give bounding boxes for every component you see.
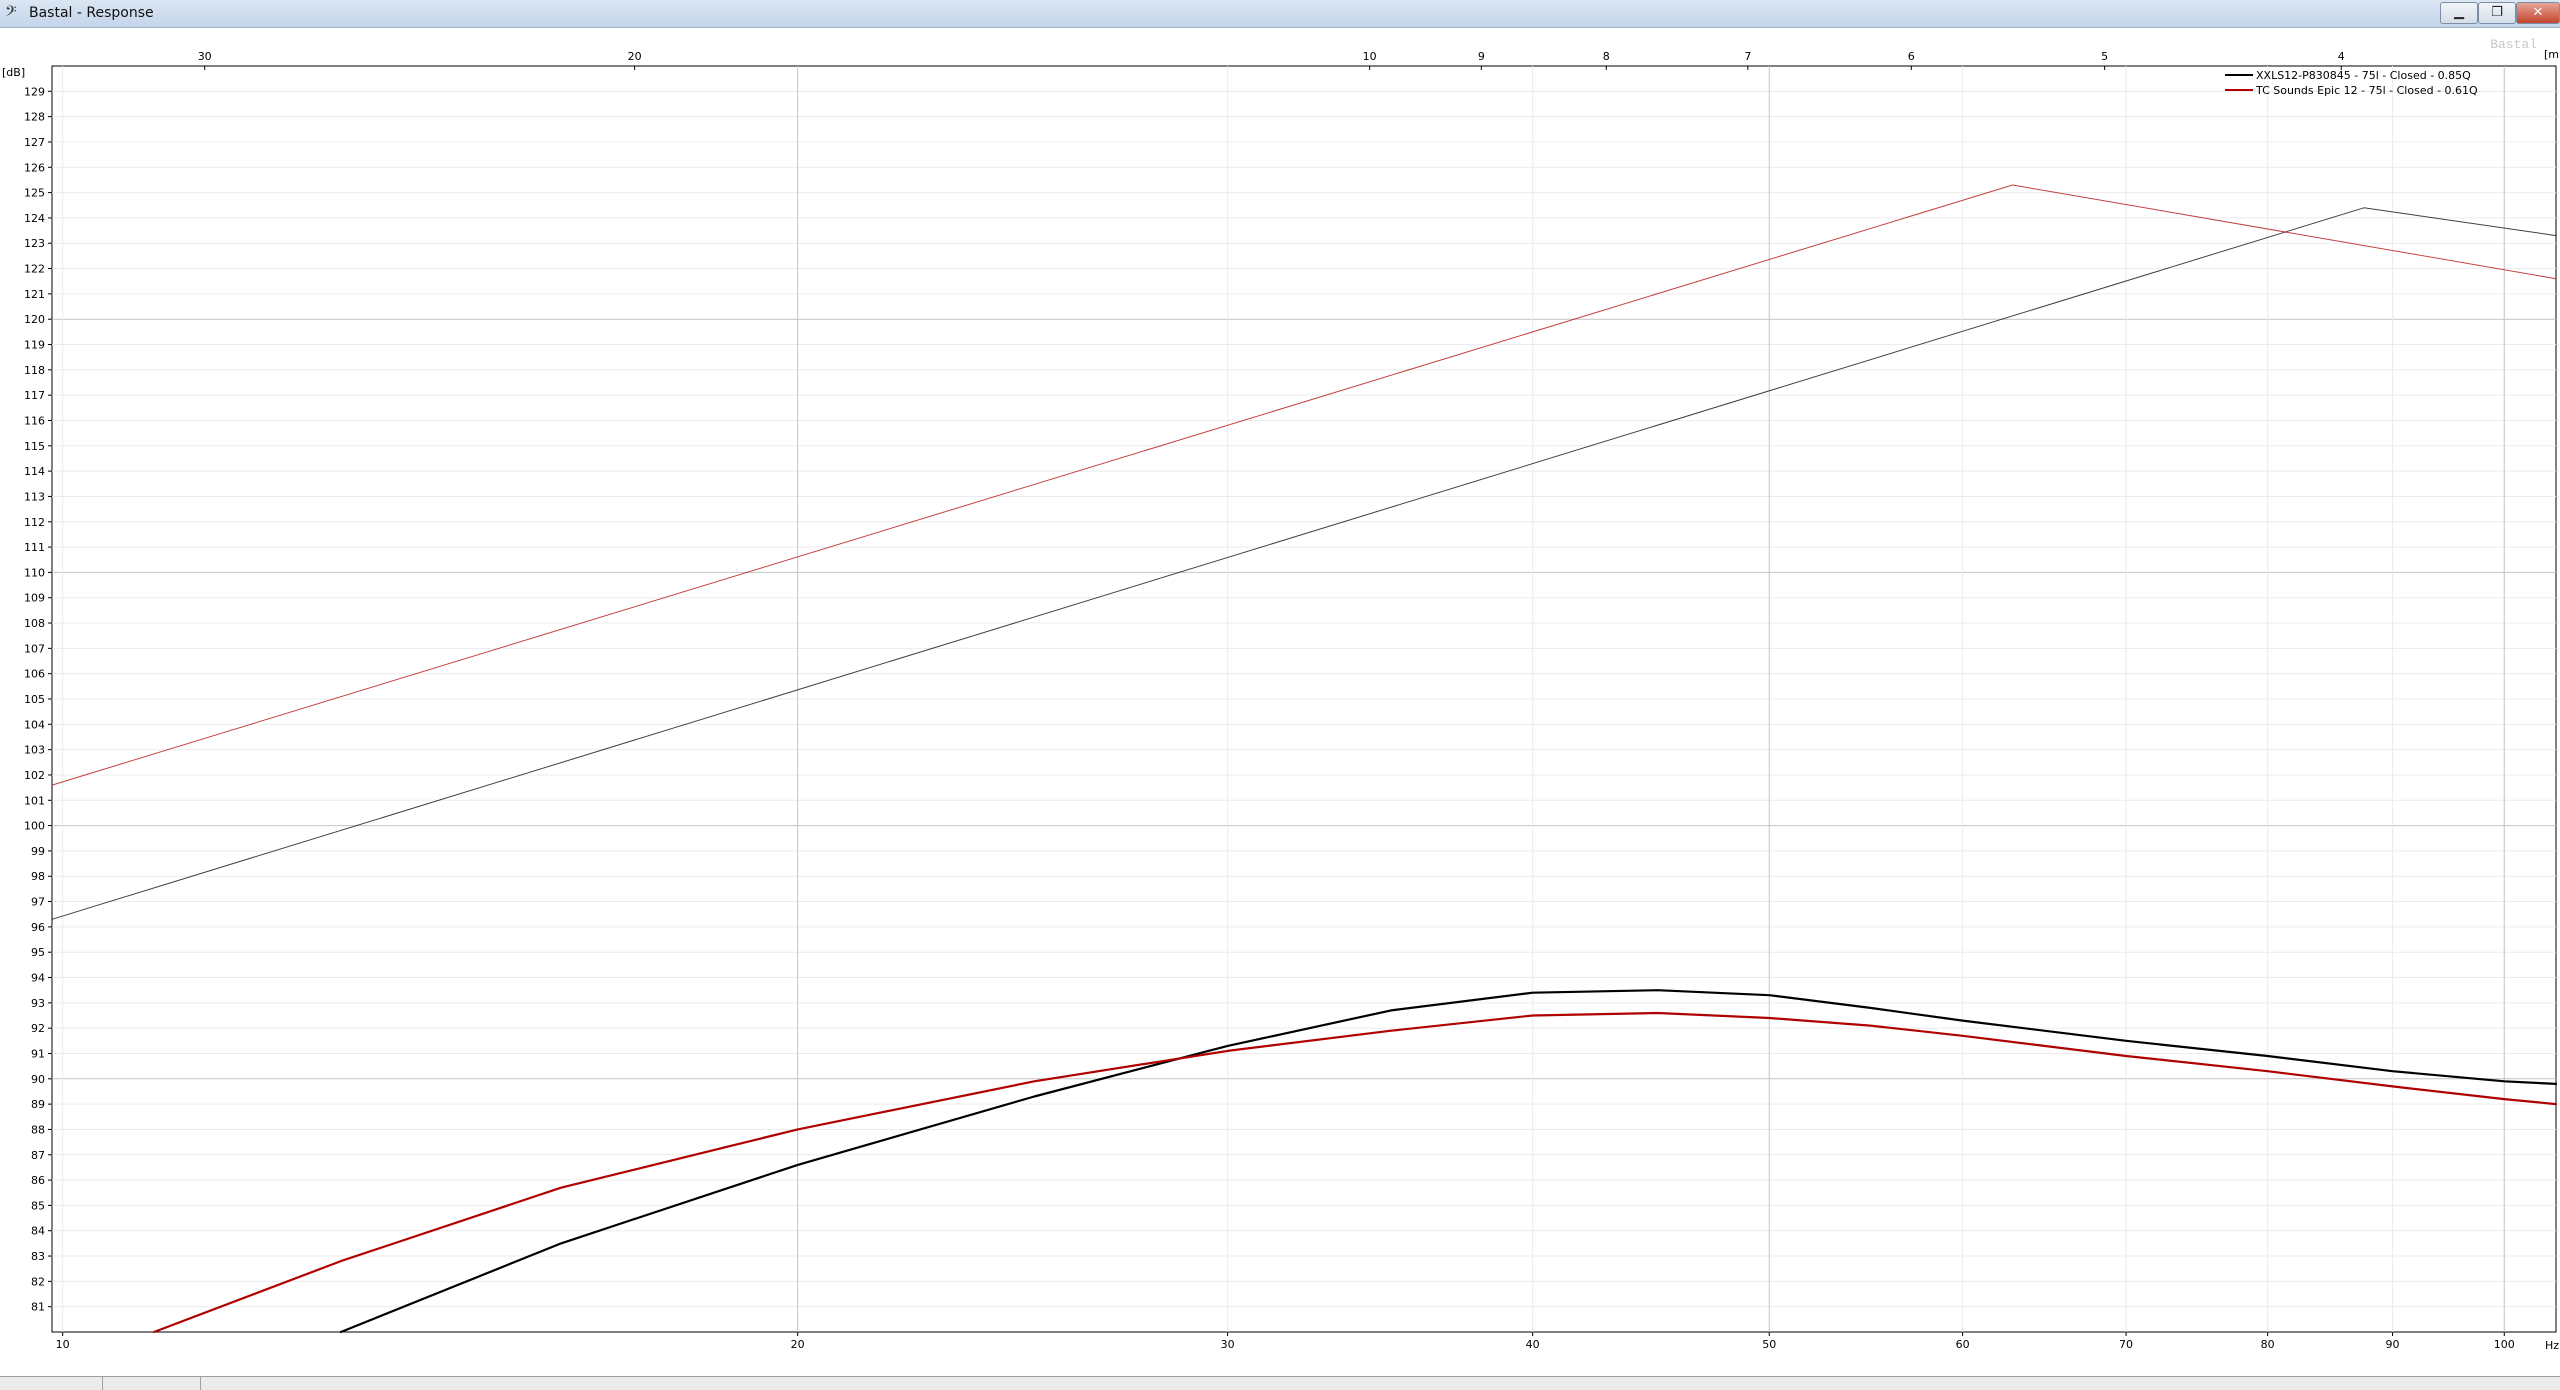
y-tick-label: 112: [24, 516, 45, 529]
top-tick-label: 4: [2338, 50, 2345, 63]
y-tick-label: 122: [24, 263, 45, 276]
y-tick-label: 82: [31, 1275, 45, 1288]
y-tick-label: 91: [31, 1047, 45, 1060]
y-axis-label: [dB]: [2, 66, 25, 79]
y-tick-label: 129: [24, 85, 45, 98]
y-tick-label: 121: [24, 288, 45, 301]
y-tick-label: 123: [24, 237, 45, 250]
restore-button[interactable]: ❐: [2478, 2, 2516, 24]
x-tick-label: 100: [2494, 1338, 2515, 1351]
x-axis-label: Hz: [2545, 1339, 2559, 1352]
y-tick-label: 89: [31, 1098, 45, 1111]
y-tick-label: 124: [24, 212, 45, 225]
x-tick-label: 10: [56, 1338, 70, 1351]
top-tick-label: 6: [1908, 50, 1915, 63]
bass-clef-icon: 𝄢: [5, 3, 17, 24]
legend-label: XXLS12-P830845 - 75l - Closed - 0.85Q: [2256, 69, 2471, 82]
top-tick-label: 7: [1744, 50, 1751, 63]
y-tick-label: 117: [24, 389, 45, 402]
top-tick-label: 20: [628, 50, 642, 63]
response-chart[interactable]: 8182838485868788899091929394959697989910…: [0, 28, 2560, 1374]
x-tick-label: 20: [791, 1338, 805, 1351]
y-tick-label: 86: [31, 1174, 45, 1187]
y-tick-label: 98: [31, 870, 45, 883]
y-tick-label: 97: [31, 896, 45, 909]
y-tick-label: 120: [24, 313, 45, 326]
y-tick-label: 104: [24, 718, 45, 731]
x-tick-label: 30: [1221, 1338, 1235, 1351]
x-tick-label: 40: [1526, 1338, 1540, 1351]
y-tick-label: 99: [31, 845, 45, 858]
y-tick-label: 87: [31, 1149, 45, 1162]
window-title: Bastal - Response: [29, 5, 154, 21]
y-tick-label: 96: [31, 921, 45, 934]
x-tick-label: 90: [2386, 1338, 2400, 1351]
x-tick-label: 70: [2119, 1338, 2133, 1351]
y-tick-label: 127: [24, 136, 45, 149]
x-tick-label: 60: [1956, 1338, 1970, 1351]
y-tick-label: 102: [24, 769, 45, 782]
y-tick-label: 107: [24, 642, 45, 655]
y-tick-label: 93: [31, 997, 45, 1010]
y-tick-label: 128: [24, 111, 45, 124]
legend-label: TC Sounds Epic 12 - 75l - Closed - 0.61Q: [2255, 84, 2478, 97]
x-tick-label: 50: [1762, 1338, 1776, 1351]
series-layer: [51, 184, 2558, 1334]
status-pane-2: [103, 1377, 201, 1390]
y-tick-label: 100: [24, 820, 45, 833]
y-tick-label: 113: [24, 490, 45, 503]
y-tick-label: 103: [24, 744, 45, 757]
y-tick-label: 81: [31, 1301, 45, 1314]
status-bar: [0, 1376, 2560, 1390]
top-tick-label: 10: [1363, 50, 1377, 63]
watermark: Bastal: [2490, 37, 2537, 52]
y-tick-label: 85: [31, 1199, 45, 1212]
status-pane-1: [0, 1377, 103, 1390]
y-tick-label: 111: [24, 541, 45, 554]
y-tick-label: 115: [24, 440, 45, 453]
y-tick-label: 83: [31, 1250, 45, 1263]
top-axis-label: [m]: [2544, 48, 2560, 61]
y-tick-label: 118: [24, 364, 45, 377]
minimize-button[interactable]: ▁: [2440, 2, 2478, 24]
y-tick-label: 110: [24, 566, 45, 579]
y-tick-label: 92: [31, 1022, 45, 1035]
legend: XXLS12-P830845 - 75l - Closed - 0.85Q TC …: [2225, 69, 2478, 97]
y-tick-label: 105: [24, 693, 45, 706]
y-tick-label: 116: [24, 414, 45, 427]
title-bar: 𝄢 Bastal - Response ▁ ❐ ✕: [0, 0, 2560, 28]
grid-layer: [51, 65, 2557, 1333]
y-tick-label: 114: [24, 465, 45, 478]
y-tick-label: 94: [31, 972, 45, 985]
y-tick-label: 126: [24, 161, 45, 174]
axis-layer: 8182838485868788899091929394959697989910…: [24, 50, 2515, 1351]
series-1-curve-1: [152, 1011, 2558, 1334]
y-tick-label: 109: [24, 592, 45, 605]
series-1-curve-0: [51, 184, 2557, 786]
y-tick-label: 119: [24, 339, 45, 352]
x-tick-label: 80: [2261, 1338, 2275, 1351]
y-tick-label: 101: [24, 794, 45, 807]
top-tick-label: 30: [198, 50, 212, 63]
y-tick-label: 95: [31, 946, 45, 959]
top-tick-label: 8: [1603, 50, 1610, 63]
close-button[interactable]: ✕: [2516, 2, 2560, 24]
y-tick-label: 106: [24, 668, 45, 681]
top-tick-label: 9: [1478, 50, 1485, 63]
y-tick-label: 84: [31, 1225, 45, 1238]
top-tick-label: 5: [2101, 50, 2108, 63]
series-0-curve-0: [51, 207, 2557, 920]
y-tick-label: 90: [31, 1073, 45, 1086]
y-tick-label: 88: [31, 1123, 45, 1136]
y-tick-label: 125: [24, 187, 45, 200]
y-tick-label: 108: [24, 617, 45, 630]
